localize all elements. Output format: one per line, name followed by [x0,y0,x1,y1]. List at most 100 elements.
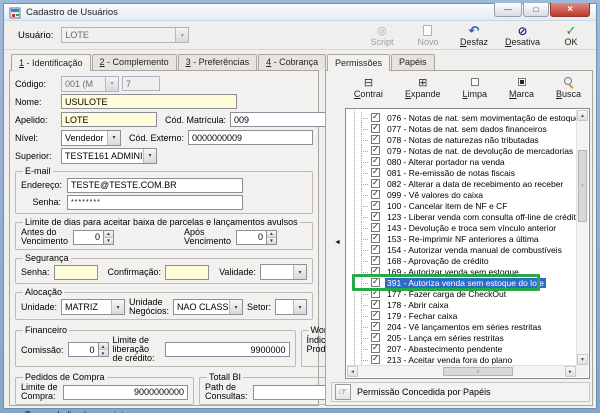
permission-checkbox[interactable]: ✓ [371,146,380,155]
permission-row[interactable]: ✓ 123 - Liberar venda com consulta off-l… [347,211,576,222]
antes-field[interactable] [73,229,103,245]
permission-row[interactable]: ✓ 076 - Notas de nat. sem movimentação d… [347,112,576,123]
permission-checkbox[interactable]: ✓ [371,300,380,309]
permission-row[interactable]: ✓ 082 - Alterar a data de recebimento ao… [347,178,576,189]
busca-button[interactable]: Busca [556,76,581,107]
expande-button[interactable]: ⊞ Expande [405,76,441,107]
permission-checkbox[interactable]: ✓ [371,124,380,133]
horizontal-scroll-thumb[interactable]: ≡ [443,367,514,376]
scroll-down-icon[interactable]: ▼ [577,354,588,365]
permission-row[interactable]: ✓ 179 - Fechar caixa [347,310,576,321]
scroll-up-icon[interactable]: ▲ [577,110,588,121]
unidade-negocios-combo[interactable]: NAO CLASSIFI ▾ [173,299,244,315]
script-button[interactable]: ◎ Script [367,25,397,47]
permission-row[interactable]: ✓ 099 - Vê valores do caixa [347,189,576,200]
permission-row[interactable]: ✓ 100 - Cancelar item de NF e CF [347,200,576,211]
nivel-combo[interactable]: Vendedor ▾ [61,129,121,146]
permission-row[interactable]: ✓ 168 - Aprovação de crédito [347,255,576,266]
limite-credito-field[interactable] [164,342,290,357]
apelido-field[interactable] [61,112,157,127]
spinner-arrows[interactable]: ▲ ▼ [103,229,114,245]
user-combo[interactable]: LOTE ▾ [61,27,190,43]
permission-checkbox[interactable]: ✓ [371,201,380,210]
tab-identificacao[interactable]: 1 - Identificação [11,54,91,71]
codigo-combo[interactable]: 001 (M ▾ [61,75,119,92]
permission-checkbox[interactable]: ✓ [371,190,380,199]
permission-row[interactable]: ✓ 205 - Lança em séries restritas [347,332,576,343]
permission-row[interactable]: ✓ 204 - Vê lançamentos em séries restrit… [347,321,576,332]
permission-checkbox[interactable]: ✓ [371,245,380,254]
permission-row[interactable]: ✓ 177 - Fazer carga de CheckOut [347,288,576,299]
vertical-scrollbar[interactable]: ▲ ≡ ▼ [576,110,588,365]
tab-permissoes[interactable]: Permissões [327,54,391,71]
superior-combo[interactable]: TESTE161 ADMINISTR ▾ [61,147,157,164]
tab-preferencias[interactable]: 3 - Preferências [177,54,258,70]
spinner-arrows[interactable]: ▲ ▼ [266,229,277,245]
permission-row[interactable]: ✓ 169 - Autorizar venda sem estoque [347,266,576,277]
permission-checkbox[interactable]: ✓ [371,322,380,331]
permission-row[interactable]: ✓ 077 - Notas de nat. sem dados financei… [347,123,576,134]
permission-checkbox[interactable]: ✓ [371,278,380,287]
setor-combo[interactable]: ▾ [275,299,307,315]
contrai-button[interactable]: ⊟ Contrai [354,76,383,107]
tab-cobranca[interactable]: 4 - Cobrança [258,54,327,70]
limite-compra-field[interactable] [63,384,188,400]
permission-checkbox[interactable]: ✓ [371,179,380,188]
validade-combo[interactable]: ▾ [259,264,307,280]
permission-checkbox[interactable]: ✓ [371,333,380,342]
permission-checkbox[interactable]: ✓ [371,212,380,221]
permission-checkbox[interactable]: ✓ [371,135,380,144]
permission-checkbox[interactable]: ✓ [371,311,380,320]
senha-field[interactable] [53,264,98,280]
close-button[interactable]: × [550,3,590,17]
tab-papeis[interactable]: Papéis [391,54,435,70]
permission-row[interactable]: ✓ 143 - Devolução e troca sem vínculo an… [347,222,576,233]
apos-field[interactable] [236,229,266,245]
marca-button[interactable]: Marca [509,76,534,107]
email-senha-field[interactable] [67,194,243,210]
permission-checkbox[interactable]: ✓ [371,344,380,353]
roles-permission-button[interactable]: ☞ [335,384,351,400]
permission-row[interactable]: ✓ 154 - Autorizar venda manual de combus… [347,244,576,255]
permission-row[interactable]: ✓ 078 - Notas de naturezas não tributada… [347,134,576,145]
permission-row[interactable]: ✓ 153 - Re-imprimir NF anteriores a últi… [347,233,576,244]
externo-field[interactable] [188,130,313,145]
desativa-button[interactable]: ⊘ Desativa [505,25,540,47]
apos-spinner[interactable]: ▲▼ [236,229,277,245]
maximize-button[interactable]: □ [523,3,549,17]
permission-checkbox[interactable]: ✓ [371,289,380,298]
minimize-button[interactable]: — [494,3,522,17]
permission-checkbox[interactable]: ✓ [371,113,380,122]
permission-checkbox[interactable]: ✓ [371,223,380,232]
permission-checkbox[interactable]: ✓ [371,168,380,177]
confirmacao-field[interactable] [165,264,210,280]
scroll-left-icon[interactable]: ◄ [347,366,358,377]
ok-button[interactable]: ✓ OK [556,24,586,47]
tab-complemento[interactable]: 2 - Complemento [91,54,177,70]
horizontal-scrollbar[interactable]: ◄ ≡ ► [347,365,576,377]
permission-checkbox[interactable]: ✓ [371,256,380,265]
antes-spinner[interactable]: ▲▼ [73,229,114,245]
permission-checkbox[interactable]: ✓ [371,355,380,364]
permission-row[interactable]: ✓ 081 - Re-emissão de notas fiscais [347,167,576,178]
permission-row[interactable]: ✓ 207 - Abastecimento pendente [347,343,576,354]
permission-row[interactable]: ✓ 178 - Abrir caixa [347,299,576,310]
comissao-spinner[interactable]: ▲▼ [67,342,109,357]
permission-row[interactable]: ✓ 213 - Aceitar venda fora do plano [347,354,576,365]
limpa-button[interactable]: Limpa [462,76,487,107]
codigo-num-field[interactable] [122,76,160,91]
comissao-field[interactable] [67,342,98,357]
permission-row[interactable]: ✓ 080 - Alterar portador na venda [347,156,576,167]
permission-row[interactable]: ✓ 391 - Autoriza venda sem estoque do lo… [347,274,576,291]
endereco-field[interactable] [67,177,243,193]
novo-button[interactable]: Novo [413,25,443,47]
permission-checkbox[interactable]: ✓ [371,267,380,276]
spinner-arrows[interactable]: ▲ ▼ [97,342,109,357]
splitter-collapse-icon[interactable]: ◄ [334,239,341,246]
permission-checkbox[interactable]: ✓ [371,157,380,166]
unidade-combo[interactable]: MATRIZ ▾ [61,299,126,315]
permission-checkbox[interactable]: ✓ [371,234,380,243]
vertical-scroll-thumb[interactable]: ≡ [578,150,587,222]
scroll-right-icon[interactable]: ► [565,366,576,377]
nome-field[interactable] [61,94,237,109]
